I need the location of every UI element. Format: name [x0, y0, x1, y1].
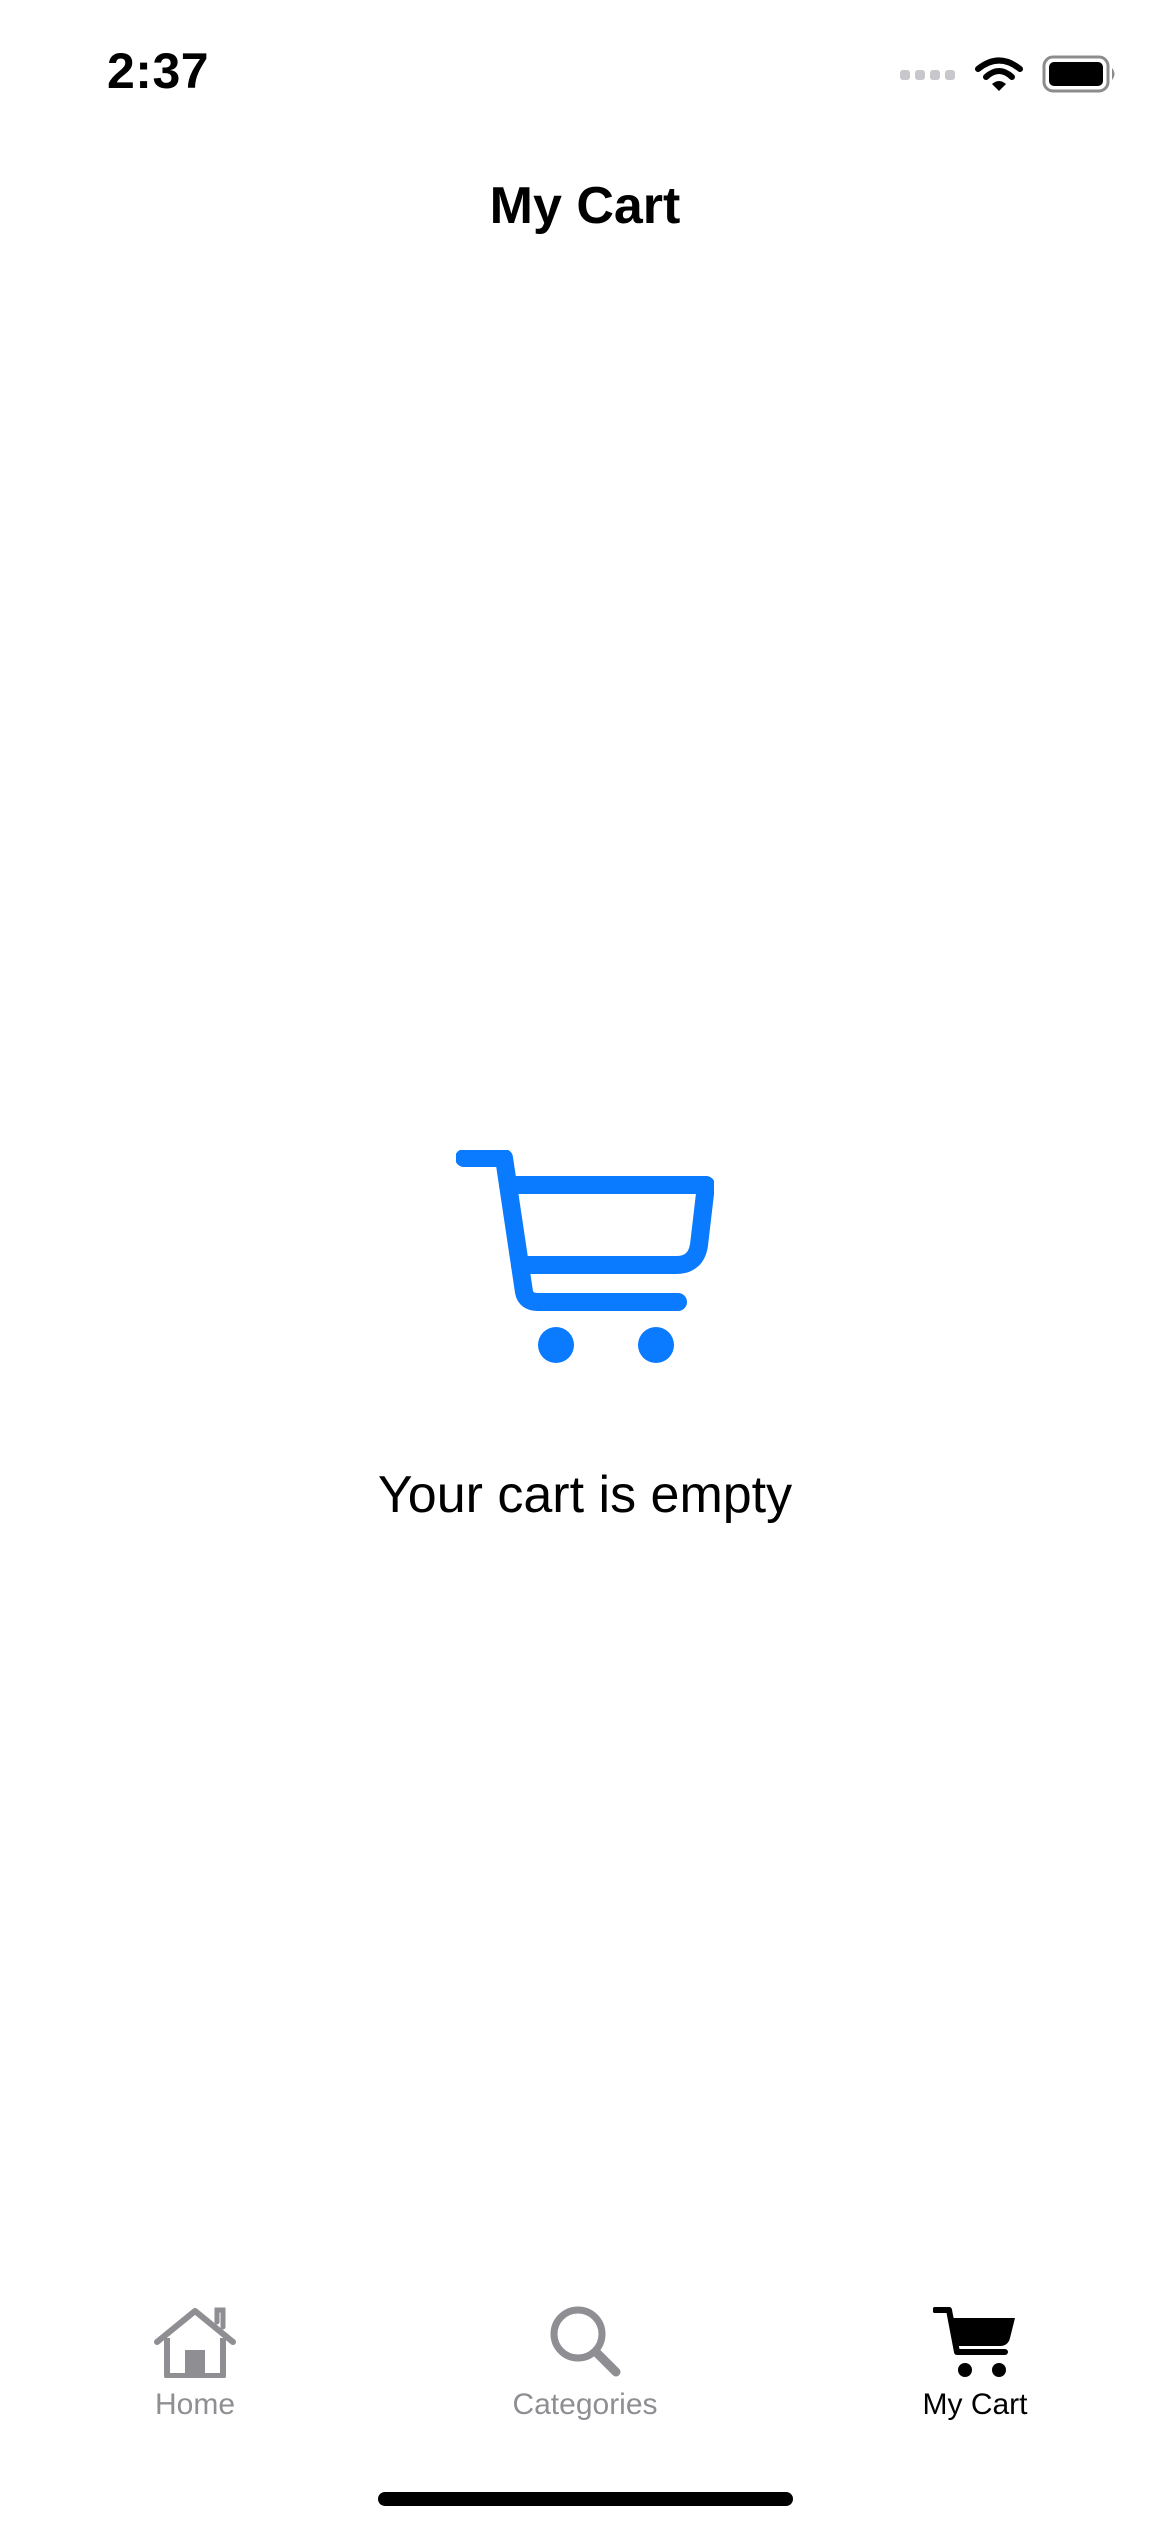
cart-fill-icon — [933, 2278, 1017, 2378]
tab-home[interactable]: Home — [0, 2278, 390, 2438]
status-bar: 2:37 — [0, 0, 1170, 150]
magnifying-glass-icon — [548, 2278, 622, 2378]
page-title: My Cart — [489, 177, 681, 235]
tab-bar: Home Categories My Cart — [0, 2278, 1170, 2438]
battery-icon — [1042, 55, 1118, 93]
house-icon — [153, 2278, 237, 2378]
tab-home-label: Home — [154, 2388, 236, 2421]
tab-categories-label: Categories — [512, 2388, 658, 2421]
home-indicator[interactable] — [378, 2492, 793, 2506]
tab-categories[interactable]: Categories — [390, 2278, 780, 2438]
wifi-icon — [974, 56, 1024, 92]
cellular-signal-icon — [900, 66, 956, 82]
shopping-cart-icon — [456, 1150, 714, 1365]
status-icons — [900, 52, 1118, 96]
empty-cart-message: Your cart is empty — [377, 1466, 793, 1524]
empty-cart-state: Your cart is empty — [0, 1150, 1170, 1525]
tab-my-cart-label: My Cart — [922, 2388, 1028, 2421]
tab-my-cart[interactable]: My Cart — [780, 2278, 1170, 2438]
status-time: 2:37 — [107, 43, 210, 99]
